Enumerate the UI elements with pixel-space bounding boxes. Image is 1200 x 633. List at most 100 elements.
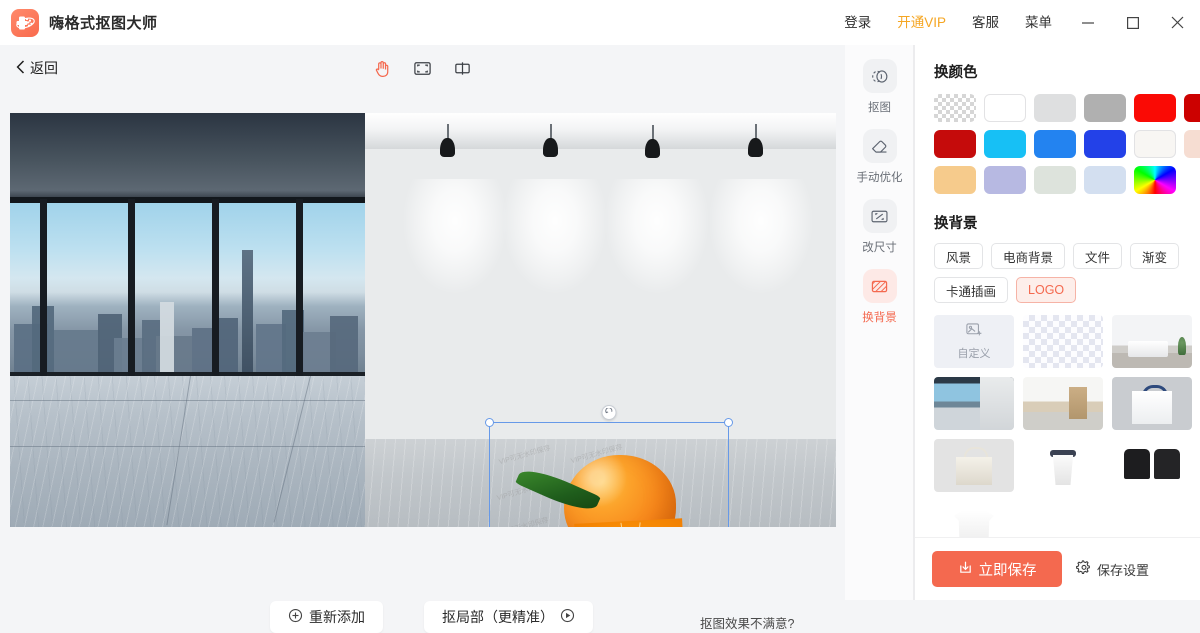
thumb-wood-corridor[interactable] bbox=[1023, 377, 1103, 430]
login-link[interactable]: 登录 bbox=[831, 0, 884, 45]
bgtab-ecommerce[interactable]: 电商背景 bbox=[991, 243, 1066, 269]
thumb-city-window-wall[interactable] bbox=[934, 377, 1014, 430]
bgtab-document[interactable]: 文件 bbox=[1073, 243, 1123, 269]
swatch-periwinkle[interactable] bbox=[984, 166, 1026, 194]
swatch-apricot[interactable] bbox=[934, 166, 976, 194]
resize-icon bbox=[862, 199, 897, 233]
chevron-left-icon bbox=[16, 59, 25, 77]
resize-handle-top-right[interactable] bbox=[724, 418, 733, 427]
swatch-off-white[interactable] bbox=[1134, 130, 1176, 158]
background-tab-group: 风景 电商背景 文件 渐变 卡通插画 LOGO bbox=[914, 233, 1200, 303]
brand-area: 嗨格式抠图大师 bbox=[0, 8, 158, 37]
thumb-reception-desk[interactable] bbox=[1112, 315, 1192, 368]
swatch-dark-red[interactable] bbox=[1184, 94, 1200, 122]
tool-change-background-label: 换背景 bbox=[862, 312, 897, 324]
cutout-icon bbox=[862, 59, 897, 93]
canvas-tool-group bbox=[372, 57, 474, 79]
back-button[interactable]: 返回 bbox=[16, 58, 58, 78]
tool-cutout[interactable]: 抠图 bbox=[845, 45, 914, 115]
thumb-tote-bag[interactable] bbox=[934, 439, 1014, 492]
vip-link[interactable]: 开通VIP bbox=[884, 0, 959, 45]
selection-box[interactable] bbox=[485, 405, 733, 527]
image-canvas[interactable]: VIP可无水印保存 VIP可无水印保存 VIP可无水印保存 VIP可无水印保存 … bbox=[10, 113, 836, 527]
swatch-peach[interactable] bbox=[1184, 130, 1200, 158]
bgtab-gradient[interactable]: 渐变 bbox=[1130, 243, 1180, 269]
swatch-white[interactable] bbox=[984, 94, 1026, 122]
partial-label: 抠局部（更精准） bbox=[442, 609, 554, 625]
thumb-shopping-bag[interactable] bbox=[1112, 377, 1192, 430]
thumb-black-tshirts[interactable] bbox=[1112, 439, 1192, 492]
readd-label: 重新添加 bbox=[309, 609, 365, 625]
city-skyline bbox=[10, 201, 365, 376]
spotlight-1 bbox=[440, 124, 455, 157]
rotate-handle-icon[interactable] bbox=[601, 405, 617, 420]
title-bar: 嗨格式抠图大师 登录 开通VIP 客服 菜单 bbox=[0, 0, 1200, 45]
spotlight-2 bbox=[543, 124, 558, 157]
save-settings-label: 保存设置 bbox=[1097, 562, 1150, 578]
swatch-custom-picker[interactable] bbox=[1134, 166, 1176, 194]
readd-button[interactable]: 重新添加 bbox=[270, 601, 383, 633]
support-link[interactable]: 客服 bbox=[959, 0, 1012, 45]
bgtab-cartoon[interactable]: 卡通插画 bbox=[934, 277, 1009, 303]
tool-resize-label: 改尺寸 bbox=[862, 242, 897, 254]
partial-cutout-button[interactable]: 抠局部（更精准） bbox=[424, 601, 593, 633]
save-button[interactable]: 立即保存 bbox=[932, 551, 1062, 587]
swatch-ice-blue[interactable] bbox=[1084, 166, 1126, 194]
floor-left bbox=[10, 376, 365, 527]
swatch-crimson[interactable] bbox=[934, 130, 976, 158]
titlebar-actions: 登录 开通VIP 客服 菜单 bbox=[831, 0, 1200, 45]
play-circle-icon bbox=[560, 608, 575, 626]
save-label: 立即保存 bbox=[978, 562, 1037, 579]
gear-icon bbox=[1076, 559, 1092, 579]
swatch-blue[interactable] bbox=[1034, 130, 1076, 158]
tool-change-background[interactable]: 换背景 bbox=[845, 255, 914, 325]
thumb-custom-upload[interactable]: 自定义 bbox=[934, 315, 1014, 368]
change-bg-icon bbox=[862, 269, 897, 303]
fit-screen-icon[interactable] bbox=[412, 57, 434, 79]
panel-footer: 立即保存 保存设置 bbox=[914, 537, 1200, 600]
color-swatch-grid bbox=[914, 82, 1200, 194]
back-label: 返回 bbox=[30, 60, 58, 76]
hand-icon[interactable] bbox=[372, 57, 394, 79]
split-compare-icon[interactable] bbox=[452, 57, 474, 79]
color-section-title: 换颜色 bbox=[934, 65, 978, 81]
swatch-red[interactable] bbox=[1134, 94, 1176, 122]
swatch-cyan[interactable] bbox=[984, 130, 1026, 158]
panel-divider bbox=[914, 45, 915, 600]
background-thumbnail-grid: 自定义 bbox=[914, 303, 1200, 554]
tool-manual-refine-label: 手动优化 bbox=[856, 172, 903, 184]
thumb-paper-cup[interactable] bbox=[1023, 439, 1103, 492]
swatch-light-gray[interactable] bbox=[1034, 94, 1076, 122]
add-image-icon bbox=[965, 322, 983, 343]
tool-manual-refine[interactable]: 手动优化 bbox=[845, 115, 914, 185]
plus-circle-icon bbox=[288, 608, 303, 626]
editor-area: 返回 VIP可无水印保存 VIP可无水印保存 VIP可无水印保存 重新添加 抠局… bbox=[0, 45, 845, 633]
right-panel: 换颜色 换背景 风景 电商背景 文件 渐变 卡通插画 LOGO 自定义 立即保存… bbox=[914, 45, 1200, 600]
menu-link[interactable]: 菜单 bbox=[1012, 0, 1065, 45]
swatch-transparent[interactable] bbox=[934, 94, 976, 122]
save-settings-button[interactable]: 保存设置 bbox=[1076, 559, 1150, 579]
download-icon bbox=[958, 560, 973, 579]
resize-handle-top-left[interactable] bbox=[485, 418, 494, 427]
app-logo-icon bbox=[11, 8, 39, 37]
tool-cutout-label: 抠图 bbox=[868, 102, 891, 114]
spotlight-3 bbox=[645, 125, 660, 158]
eraser-icon bbox=[862, 129, 897, 163]
spotlight-4 bbox=[748, 124, 763, 157]
close-button[interactable] bbox=[1155, 0, 1200, 45]
swatch-royal-blue[interactable] bbox=[1084, 130, 1126, 158]
tool-resize[interactable]: 改尺寸 bbox=[845, 185, 914, 255]
tool-rail: 抠图 手动优化 改尺寸 换背景 bbox=[845, 45, 914, 600]
swatch-gray[interactable] bbox=[1084, 94, 1126, 122]
background-section-title: 换背景 bbox=[934, 216, 978, 232]
minimize-button[interactable] bbox=[1065, 0, 1110, 45]
thumb-transparent[interactable] bbox=[1023, 315, 1103, 368]
unsatisfied-link[interactable]: 抠图效果不满意? bbox=[700, 613, 794, 632]
bgtab-logo[interactable]: LOGO bbox=[1016, 277, 1077, 303]
editor-toolbar: 返回 bbox=[0, 45, 845, 91]
maximize-button[interactable] bbox=[1110, 0, 1155, 45]
bgtab-scenery[interactable]: 风景 bbox=[934, 243, 984, 269]
page-title: 嗨格式抠图大师 bbox=[49, 15, 158, 32]
canvas-background-left bbox=[10, 113, 365, 527]
swatch-sage[interactable] bbox=[1034, 166, 1076, 194]
